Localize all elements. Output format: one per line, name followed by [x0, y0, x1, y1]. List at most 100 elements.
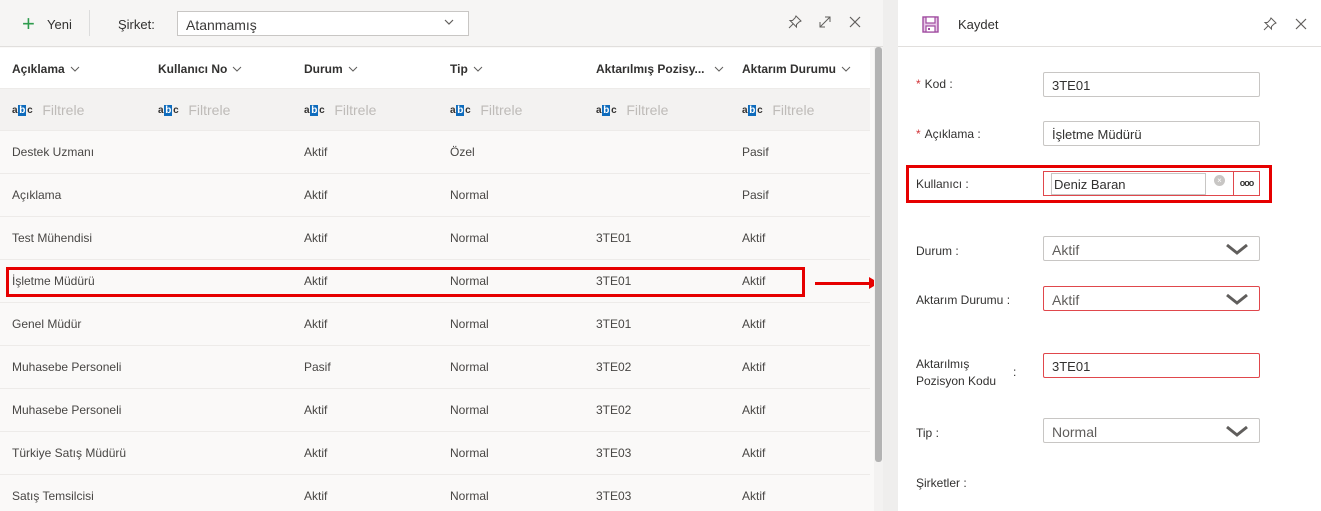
aktarilmis-pozisyon-kodu-input[interactable]: 3TE01 — [1043, 353, 1260, 378]
scrollbar-thumb[interactable] — [875, 47, 882, 462]
filter-aciklama[interactable]: a b c Filtrele — [12, 102, 84, 118]
cell-aciklama: Muhasebe Personeli — [12, 403, 122, 417]
aktarim-durumu-dropdown[interactable]: Aktif — [1043, 286, 1260, 311]
cell-durum: Aktif — [304, 446, 328, 460]
company-select-value: Atanmamış — [186, 17, 257, 33]
close-icon[interactable] — [1293, 16, 1309, 32]
cell-aktarim: Pasif — [742, 188, 769, 202]
clear-icon[interactable]: × — [1214, 175, 1225, 186]
kod-label: * Kod : — [916, 77, 953, 91]
column-header-aktarilmis-pozisyon[interactable]: Aktarılmış Pozisy... — [596, 62, 724, 76]
filter-aktarilmis-pozisyon[interactable]: a b c Filtrele — [596, 102, 668, 118]
cell-tip: Özel — [450, 145, 475, 159]
cell-aciklama: Muhasebe Personeli — [12, 360, 122, 374]
chevron-down-icon — [1226, 243, 1248, 255]
filter-tip[interactable]: a b c Filtrele — [450, 102, 522, 118]
cell-durum: Aktif — [304, 188, 328, 202]
column-header-aciklama[interactable]: Açıklama — [12, 62, 80, 76]
table-row[interactable]: Muhasebe Personeli Pasif Normal 3TE02 Aktif — [0, 346, 870, 389]
list-panel: + Yeni Şirket: Atanmamış Açıklama Kullan… — [0, 0, 883, 511]
text-filter-icon: abc — [742, 104, 763, 116]
durum-dropdown[interactable]: Aktif — [1043, 236, 1260, 261]
cell-tip: Normal — [450, 231, 489, 245]
text-filter-icon: abc — [12, 104, 33, 116]
vertical-scrollbar[interactable] — [874, 47, 883, 511]
save-button-label: Kaydet — [958, 17, 999, 32]
sirketler-label: Şirketler : — [916, 476, 967, 490]
aciklama-input[interactable]: İşletme Müdürü — [1043, 121, 1260, 146]
table-row[interactable]: Satış Temsilcisi Aktif Normal 3TE03 Aktif — [0, 475, 870, 511]
cell-pozisyon: 3TE03 — [596, 446, 632, 460]
cell-aktarim: Aktif — [742, 317, 766, 331]
grid-body: Destek Uzmanı Aktif Özel Pasif Açıklama Aktif… — [0, 131, 870, 511]
cell-tip: Normal — [450, 360, 489, 374]
cell-durum: Aktif — [304, 145, 328, 159]
cell-tip: Normal — [450, 188, 489, 202]
more-options-button[interactable]: ooo — [1233, 172, 1259, 195]
kullanici-lookup: Deniz Baran × ooo — [1043, 171, 1260, 196]
chevron-down-icon — [1226, 293, 1248, 305]
pin-icon[interactable] — [787, 14, 803, 30]
table-row[interactable]: Muhasebe Personeli Aktif Normal 3TE02 Aktif — [0, 389, 870, 432]
text-filter-icon: abc — [304, 104, 325, 116]
table-row[interactable]: Genel Müdür Aktif Normal 3TE01 Aktif — [0, 303, 870, 346]
cell-aciklama: İşletme Müdürü — [12, 274, 95, 288]
table-row[interactable]: Destek Uzmanı Aktif Özel Pasif — [0, 131, 870, 174]
tip-label: Tip : — [916, 426, 939, 440]
filter-row: a b c Filtrele a b c Filtrele a b c Filtrele abcF… — [0, 89, 870, 131]
tip-dropdown[interactable]: Normal — [1043, 418, 1260, 443]
cell-durum: Aktif — [304, 317, 328, 331]
cell-pozisyon: 3TE01 — [596, 231, 632, 245]
cell-aciklama: Açıklama — [12, 188, 62, 202]
new-button[interactable]: + Yeni — [22, 12, 72, 36]
aktarim-durumu-label: Aktarım Durumu : — [916, 293, 1011, 307]
table-row[interactable]: Türkiye Satış Müdürü Aktif Normal 3TE03 Akti… — [0, 432, 870, 475]
kod-input[interactable]: 3TE01 — [1043, 72, 1260, 97]
cell-aciklama: Türkiye Satış Müdürü — [12, 446, 127, 460]
filter-kullanici-no[interactable]: a b c Filtrele — [158, 102, 230, 118]
cell-aktarim: Aktif — [742, 274, 766, 288]
cell-aciklama: Destek Uzmanı — [12, 145, 95, 159]
pin-icon[interactable] — [1262, 16, 1278, 32]
column-header-kullanici-no[interactable]: Kullanıcı No — [158, 62, 242, 76]
detail-panel: Kaydet * Kod : 3TE01 * Açıklama : İşletme … — [898, 0, 1321, 511]
toolbar-divider — [89, 10, 90, 36]
table-row[interactable]: Test Mühendisi Aktif Normal 3TE01 Aktif — [0, 217, 870, 260]
text-filter-icon: abc — [596, 104, 617, 116]
kullanici-label: Kullanıcı : — [916, 177, 969, 191]
chevron-down-icon — [232, 66, 242, 72]
plus-icon: + — [22, 11, 35, 36]
toolbar: + Yeni Şirket: Atanmamış — [0, 0, 883, 47]
chevron-down-icon — [1226, 425, 1248, 437]
cell-tip: Normal — [450, 489, 489, 503]
aciklama-label: * Açıklama : — [916, 127, 981, 141]
table-row[interactable]: İşletme Müdürü Aktif Normal 3TE01 Aktif — [0, 260, 870, 303]
filter-aktarim-durumu[interactable]: a b c Filtrele — [742, 102, 814, 118]
chevron-down-icon — [444, 19, 454, 25]
column-header-aktarim-durumu[interactable]: Aktarım Durumu — [742, 62, 851, 76]
save-button[interactable]: Kaydet — [922, 16, 998, 33]
table-row[interactable]: Açıklama Aktif Normal Pasif — [0, 174, 870, 217]
cell-tip: Normal — [450, 446, 489, 460]
cell-pozisyon: 3TE01 — [596, 317, 632, 331]
column-header-tip[interactable]: Tip — [450, 62, 483, 76]
cell-aktarim: Aktif — [742, 489, 766, 503]
cell-durum: Pasif — [304, 360, 331, 374]
column-header-durum[interactable]: Durum — [304, 62, 358, 76]
filter-durum[interactable]: a b c Filtrele — [304, 102, 376, 118]
kullanici-input[interactable]: Deniz Baran — [1051, 173, 1206, 195]
cell-aktarim: Aktif — [742, 446, 766, 460]
cell-pozisyon: 3TE02 — [596, 403, 632, 417]
chevron-down-icon — [70, 66, 80, 72]
cell-durum: Aktif — [304, 274, 328, 288]
cell-aktarim: Pasif — [742, 145, 769, 159]
cell-aciklama: Satış Temsilcisi — [12, 489, 94, 503]
close-icon[interactable] — [847, 14, 863, 30]
cell-durum: Aktif — [304, 231, 328, 245]
chevron-down-icon — [841, 66, 851, 72]
text-filter-icon: abc — [450, 104, 471, 116]
aktarilmis-pozisyon-kodu-label: Aktarılmış Pozisyon Kodu — [916, 357, 997, 388]
cell-pozisyon: 3TE01 — [596, 274, 632, 288]
company-select[interactable]: Atanmamış — [177, 11, 469, 36]
expand-icon[interactable] — [817, 14, 833, 30]
